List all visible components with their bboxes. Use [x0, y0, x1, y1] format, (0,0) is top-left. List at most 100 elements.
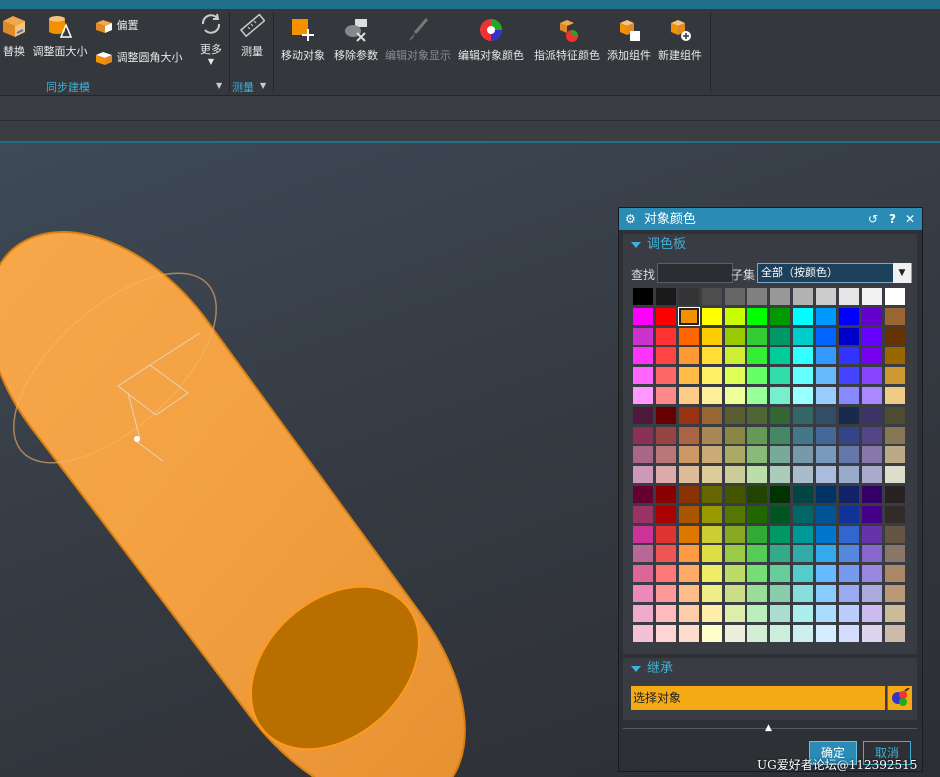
color-swatch[interactable]	[701, 624, 722, 642]
color-swatch[interactable]	[861, 426, 882, 444]
color-swatch[interactable]	[861, 505, 882, 523]
color-swatch[interactable]	[884, 565, 905, 583]
measure-group-expand-icon[interactable]: ▼	[260, 81, 266, 90]
color-swatch[interactable]	[839, 386, 860, 404]
add-component-button[interactable]: 添加组件	[606, 17, 652, 63]
color-swatch[interactable]	[861, 406, 882, 424]
color-swatch[interactable]	[770, 386, 791, 404]
color-swatch[interactable]	[770, 406, 791, 424]
inherit-section-header[interactable]: 继承	[623, 658, 917, 680]
color-swatch[interactable]	[839, 426, 860, 444]
color-swatch[interactable]	[724, 466, 745, 484]
color-swatch[interactable]	[633, 446, 653, 464]
color-swatch[interactable]	[633, 565, 653, 583]
remove-parameters-button[interactable]: 移除参数	[332, 17, 380, 63]
color-swatch[interactable]	[884, 327, 905, 345]
color-swatch[interactable]	[884, 505, 905, 523]
color-swatch[interactable]	[770, 485, 791, 503]
color-swatch[interactable]	[770, 288, 791, 305]
color-swatch[interactable]	[839, 584, 860, 602]
color-swatch[interactable]	[770, 327, 791, 345]
resize-face-button[interactable]: 调整面大小	[31, 13, 89, 59]
color-swatch[interactable]	[861, 446, 882, 464]
color-swatch[interactable]	[747, 446, 768, 464]
color-swatch[interactable]	[724, 386, 745, 404]
color-swatch[interactable]	[677, 306, 700, 326]
color-swatch[interactable]	[861, 347, 882, 365]
color-swatch[interactable]	[747, 545, 768, 563]
color-swatch[interactable]	[701, 525, 722, 543]
color-swatch[interactable]	[793, 426, 814, 444]
color-swatch[interactable]	[839, 347, 860, 365]
color-swatch[interactable]	[839, 367, 860, 385]
color-swatch[interactable]	[678, 485, 699, 503]
color-swatch[interactable]	[747, 386, 768, 404]
color-swatch[interactable]	[884, 426, 905, 444]
color-swatch[interactable]	[884, 525, 905, 543]
color-swatch[interactable]	[724, 288, 745, 305]
color-swatch[interactable]	[793, 406, 814, 424]
color-swatch[interactable]	[724, 367, 745, 385]
color-swatch[interactable]	[884, 604, 905, 622]
color-swatch[interactable]	[655, 545, 676, 563]
color-swatch[interactable]	[770, 347, 791, 365]
color-swatch[interactable]	[816, 604, 837, 622]
color-swatch[interactable]	[884, 485, 905, 503]
color-swatch[interactable]	[747, 624, 768, 642]
subset-select[interactable]: 全部（按颜色） ▼	[757, 263, 912, 283]
color-swatch[interactable]	[839, 446, 860, 464]
color-swatch[interactable]	[678, 446, 699, 464]
color-swatch[interactable]	[701, 545, 722, 563]
color-swatch[interactable]	[701, 386, 722, 404]
color-swatch[interactable]	[633, 307, 653, 325]
color-swatch[interactable]	[884, 545, 905, 563]
color-swatch[interactable]	[678, 386, 699, 404]
color-swatch[interactable]	[678, 525, 699, 543]
color-swatch[interactable]	[884, 466, 905, 484]
color-swatch[interactable]	[633, 327, 653, 345]
color-swatch[interactable]	[633, 545, 653, 563]
color-swatch[interactable]	[861, 288, 882, 305]
color-swatch[interactable]	[816, 386, 837, 404]
color-swatch[interactable]	[770, 584, 791, 602]
color-picker-icon[interactable]	[887, 686, 912, 710]
color-swatch[interactable]	[724, 525, 745, 543]
color-swatch[interactable]	[747, 485, 768, 503]
more-options-toggle[interactable]: ▲	[623, 723, 917, 734]
color-swatch[interactable]	[655, 426, 676, 444]
color-swatch[interactable]	[633, 466, 653, 484]
color-swatch[interactable]	[839, 327, 860, 345]
reset-icon[interactable]: ↺	[868, 208, 878, 230]
color-swatch[interactable]	[701, 426, 722, 444]
color-swatch[interactable]	[884, 386, 905, 404]
color-swatch[interactable]	[701, 446, 722, 464]
color-swatch[interactable]	[839, 565, 860, 583]
color-swatch[interactable]	[655, 327, 676, 345]
color-swatch[interactable]	[816, 565, 837, 583]
color-swatch[interactable]	[678, 604, 699, 622]
color-swatch[interactable]	[678, 367, 699, 385]
color-swatch[interactable]	[724, 604, 745, 622]
color-swatch[interactable]	[724, 327, 745, 345]
color-swatch[interactable]	[701, 347, 722, 365]
sync-group-expand-icon[interactable]: ▼	[216, 81, 222, 90]
color-swatch[interactable]	[816, 307, 837, 325]
resize-blend-button[interactable]: 调整圆角大小	[95, 49, 190, 66]
color-swatch[interactable]	[655, 565, 676, 583]
color-swatch[interactable]	[861, 565, 882, 583]
color-swatch[interactable]	[884, 288, 905, 305]
color-swatch[interactable]	[678, 406, 699, 424]
select-object-field[interactable]: 选择对象	[631, 686, 885, 710]
color-swatch[interactable]	[678, 288, 699, 305]
color-swatch[interactable]	[861, 307, 882, 325]
color-swatch[interactable]	[816, 446, 837, 464]
color-swatch[interactable]	[816, 624, 837, 642]
color-swatch[interactable]	[839, 604, 860, 622]
color-swatch[interactable]	[678, 584, 699, 602]
color-swatch[interactable]	[793, 347, 814, 365]
color-swatch[interactable]	[747, 347, 768, 365]
color-swatch[interactable]	[816, 466, 837, 484]
color-swatch[interactable]	[793, 525, 814, 543]
color-swatch[interactable]	[655, 604, 676, 622]
color-swatch[interactable]	[770, 565, 791, 583]
